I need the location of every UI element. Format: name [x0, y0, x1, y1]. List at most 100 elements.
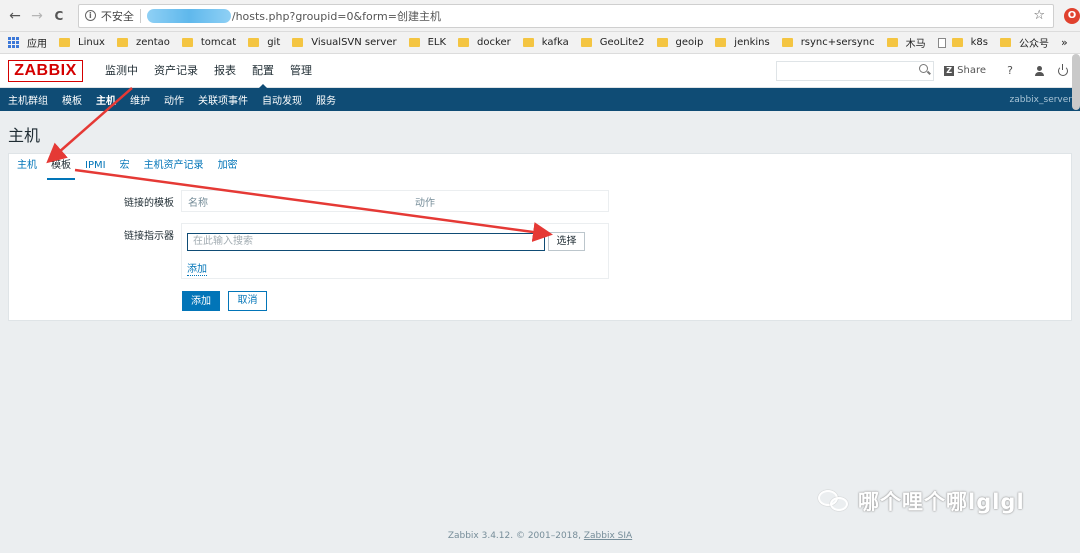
submenu-event-correlation[interactable]: 关联项事件 [198, 92, 248, 107]
menu-administration[interactable]: 管理 [282, 54, 320, 88]
bookmark-label: git [267, 37, 281, 48]
tab-host[interactable]: 主机 [17, 154, 37, 178]
bookmark-label: docker [477, 37, 511, 48]
add-button[interactable]: 添加 [182, 291, 220, 311]
bookmark-item[interactable]: k8s [937, 37, 988, 48]
folder-icon [522, 38, 534, 47]
bookmark-label: geoip [675, 37, 704, 48]
wechat-watermark: 哪个哩个哪lglgl [818, 486, 1025, 516]
submenu-actions[interactable]: 动作 [164, 92, 184, 107]
footer-copyright: Zabbix 3.4.12. © 2001–2018, [447, 531, 584, 541]
add-template-link[interactable]: 添加 [187, 260, 207, 276]
bookmark-label: zentao [135, 37, 170, 48]
bookmark-label: kafka [541, 37, 569, 48]
bookmark-label: tomcat [200, 37, 237, 48]
tab-encryption[interactable]: 加密 [218, 154, 238, 178]
global-search [776, 60, 935, 81]
search-input[interactable] [777, 61, 918, 80]
folder-icon [999, 38, 1011, 47]
tab-macros[interactable]: 宏 [120, 154, 130, 178]
bookmark-item[interactable]: Linux [59, 37, 105, 48]
zabbix-logo[interactable]: ZABBIX [8, 59, 83, 82]
search-icon[interactable] [919, 63, 929, 73]
sign-out-icon[interactable] [1058, 63, 1068, 76]
divider [139, 8, 141, 23]
redacted-host [146, 8, 231, 23]
info-icon[interactable]: i [84, 10, 96, 21]
folder-icon [116, 38, 128, 47]
bookmark-apps[interactable]: 应用 [8, 35, 47, 50]
bookmark-item[interactable]: kafka [522, 37, 569, 48]
bookmark-item[interactable]: jenkins [715, 37, 770, 48]
address-bar[interactable]: i 不安全 /hosts.php?groupid=0&form=创建主机 ☆ [77, 3, 1055, 28]
more-bookmarks-icon[interactable]: » [1061, 36, 1068, 49]
share-button[interactable]: Z Share [944, 65, 986, 76]
bookmark-label: VisualSVN server [311, 37, 397, 48]
bookmark-star-icon[interactable]: ☆ [1033, 8, 1045, 23]
submenu-maintenance[interactable]: 维护 [130, 92, 150, 107]
column-header-name: 名称 [188, 197, 208, 209]
browser-toolbar: ← → C i 不安全 /hosts.php?groupid=0&form=创建… [0, 0, 1080, 32]
submenu-host-groups[interactable]: 主机群组 [8, 92, 48, 107]
bookmark-item[interactable]: tomcat [181, 37, 237, 48]
template-search-input[interactable]: 在此输入搜索 [187, 233, 545, 251]
footer-link[interactable]: Zabbix SIA [584, 531, 632, 541]
apps-grid-icon [8, 37, 19, 48]
folder-icon [715, 38, 727, 47]
select-button[interactable]: 选择 [548, 232, 585, 251]
bookmark-item[interactable]: 木马 [886, 35, 926, 50]
bookmark-label: 应用 [27, 39, 47, 50]
submenu-hosts[interactable]: 主机 [96, 92, 116, 107]
forward-icon[interactable]: → [26, 8, 48, 24]
zabbix-share-icon: Z [944, 65, 955, 76]
menu-configuration[interactable]: 配置 [244, 54, 282, 88]
tab-host-inventory[interactable]: 主机资产记录 [144, 154, 204, 178]
main-menu: 监测中 资产记录 报表 配置 管理 [97, 54, 320, 88]
bookmark-label: rsync+sersync [800, 37, 875, 48]
submenu-discovery[interactable]: 自动发现 [262, 92, 302, 107]
bookmark-item[interactable]: geoip [656, 37, 704, 48]
share-label: Share [957, 65, 986, 76]
folder-icon [951, 38, 963, 47]
link-new-templates: 在此输入搜索 选择 添加 [181, 223, 609, 279]
folder-icon [59, 38, 70, 47]
bookmark-item[interactable]: git [248, 37, 280, 48]
menu-monitoring[interactable]: 监测中 [97, 54, 146, 88]
server-name: zabbix_server [1009, 94, 1072, 105]
url-path: /hosts.php?groupid=0&form=创建主机 [231, 9, 441, 23]
user-profile-icon[interactable] [1034, 65, 1044, 76]
menu-inventory[interactable]: 资产记录 [146, 54, 206, 88]
bookmark-label: ELK [427, 37, 447, 48]
help-icon[interactable]: ? [1004, 64, 1016, 77]
page-title: 主机 [8, 126, 41, 145]
folder-icon [580, 38, 592, 47]
bookmark-item[interactable]: zentao [116, 37, 170, 48]
bookmark-item[interactable]: docker [458, 37, 511, 48]
bookmark-label: 木马 [905, 39, 926, 50]
insecure-label: 不安全 [100, 9, 134, 23]
bookmark-item[interactable]: ELK [408, 37, 447, 48]
bookmark-item[interactable]: VisualSVN server [292, 37, 397, 48]
watermark-text: 哪个哩个哪lglgl [858, 490, 1025, 514]
back-icon[interactable]: ← [4, 8, 26, 24]
extension-icon[interactable]: O [1064, 7, 1080, 24]
menu-reports[interactable]: 报表 [206, 54, 244, 88]
sub-menu: 主机群组 模板 主机 维护 动作 关联项事件 自动发现 服务 zabbix_se… [0, 88, 1080, 111]
folder-icon [181, 38, 193, 47]
cancel-button[interactable]: 取消 [228, 291, 267, 311]
tab-templates[interactable]: 模板 [47, 154, 75, 180]
bookmark-item[interactable]: GeoLite2 [580, 37, 645, 48]
bookmark-label: 公众号 [1018, 39, 1049, 50]
tab-ipmi[interactable]: IPMI [85, 154, 106, 178]
scrollbar[interactable] [1072, 54, 1080, 110]
linked-templates-label: 链接的模板 [124, 198, 174, 209]
submenu-templates[interactable]: 模板 [62, 92, 82, 107]
bookmarks-bar: 应用 Linux zentao tomcat git VisualSVN ser… [0, 32, 1080, 54]
wechat-icon [818, 488, 850, 514]
bookmark-item[interactable]: 公众号 [999, 35, 1049, 50]
reload-icon[interactable]: C [48, 9, 70, 23]
link-indicator-label: 链接指示器 [124, 231, 174, 242]
bookmark-item[interactable]: rsync+sersync [781, 37, 875, 48]
submenu-services[interactable]: 服务 [316, 92, 336, 107]
folder-icon [292, 38, 304, 47]
